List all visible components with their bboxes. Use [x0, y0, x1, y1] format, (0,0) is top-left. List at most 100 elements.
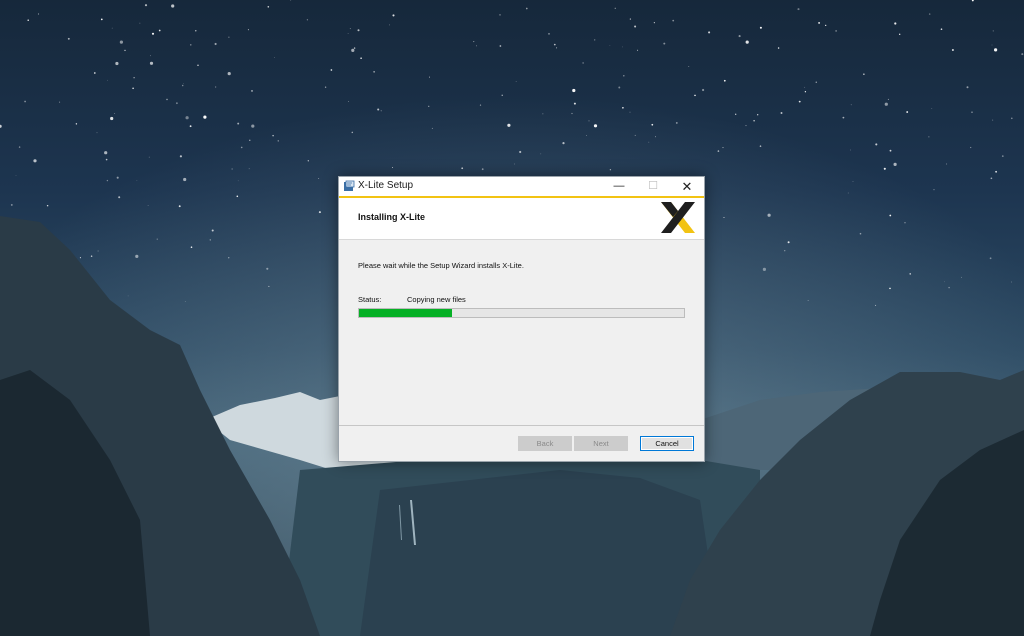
star [499, 45, 502, 47]
star [663, 42, 666, 45]
star [190, 44, 192, 46]
title-bar[interactable]: X-Lite Setup — ☐ ✕ [339, 177, 704, 196]
star [753, 120, 755, 122]
star [79, 257, 81, 259]
star [629, 111, 631, 113]
star [274, 57, 275, 58]
star [266, 267, 269, 270]
star [970, 146, 972, 149]
star [847, 192, 849, 194]
star [588, 120, 590, 122]
star [884, 102, 888, 106]
star [784, 250, 786, 252]
star [116, 176, 119, 179]
star [428, 105, 430, 107]
star [136, 180, 138, 181]
star [513, 163, 515, 165]
star [573, 102, 576, 105]
star [251, 124, 255, 128]
next-button[interactable]: Next [574, 436, 628, 451]
star [723, 79, 726, 82]
star [1011, 117, 1013, 120]
star [10, 203, 13, 206]
star [933, 189, 935, 191]
star [59, 101, 61, 103]
star [75, 123, 78, 125]
star [694, 94, 696, 97]
star [1010, 281, 1012, 283]
star [132, 87, 134, 90]
star [593, 124, 598, 128]
cancel-button[interactable]: Cancel [640, 436, 694, 451]
star [105, 158, 108, 161]
star [807, 300, 809, 302]
star [347, 33, 349, 34]
star [236, 195, 239, 198]
star [15, 174, 17, 176]
star [67, 37, 70, 40]
star [594, 39, 596, 41]
star [818, 21, 821, 24]
star [990, 177, 993, 180]
star [166, 98, 168, 101]
star [318, 211, 321, 214]
star [989, 257, 992, 260]
star [181, 84, 184, 87]
star [114, 112, 116, 114]
star [24, 100, 26, 103]
star [178, 205, 181, 208]
star [179, 155, 182, 158]
star [107, 79, 108, 81]
star [360, 57, 362, 59]
star [150, 55, 151, 57]
status-label: Status: [358, 295, 382, 304]
maximize-button: ☐ [648, 180, 658, 192]
star [429, 76, 430, 78]
star [203, 115, 207, 119]
close-button[interactable]: ✕ [670, 177, 704, 196]
star [431, 127, 433, 129]
star [119, 40, 123, 44]
star [995, 170, 997, 173]
star [562, 142, 565, 145]
star [542, 113, 544, 115]
star [804, 91, 807, 93]
star [228, 257, 230, 259]
star [476, 45, 477, 47]
star [797, 8, 800, 11]
star [195, 30, 197, 32]
star [759, 145, 762, 147]
star [762, 267, 767, 271]
star [461, 167, 464, 170]
back-button[interactable]: Back [518, 436, 572, 451]
star [351, 48, 355, 53]
star [214, 42, 217, 46]
star [106, 179, 109, 182]
star [46, 204, 49, 207]
star [621, 46, 623, 48]
star [392, 166, 394, 168]
install-progress-bar [358, 308, 685, 318]
star [27, 19, 29, 21]
page-title: Installing X-Lite [358, 212, 426, 222]
window-title: X-Lite Setup [358, 180, 414, 191]
star [525, 7, 528, 10]
star [392, 14, 395, 17]
star [115, 61, 119, 66]
star [183, 83, 184, 85]
star [571, 112, 573, 115]
star [648, 141, 650, 143]
progress-fill [359, 309, 452, 317]
star [863, 73, 865, 75]
star [377, 108, 380, 111]
star [231, 168, 233, 170]
star [18, 146, 21, 148]
install-message: Please wait while the Setup Wizard insta… [358, 261, 524, 270]
star [118, 196, 121, 199]
star [144, 4, 148, 7]
minimize-button[interactable]: — [602, 177, 636, 196]
star [738, 35, 741, 38]
star [93, 72, 96, 74]
star [787, 241, 790, 244]
star [629, 18, 631, 20]
